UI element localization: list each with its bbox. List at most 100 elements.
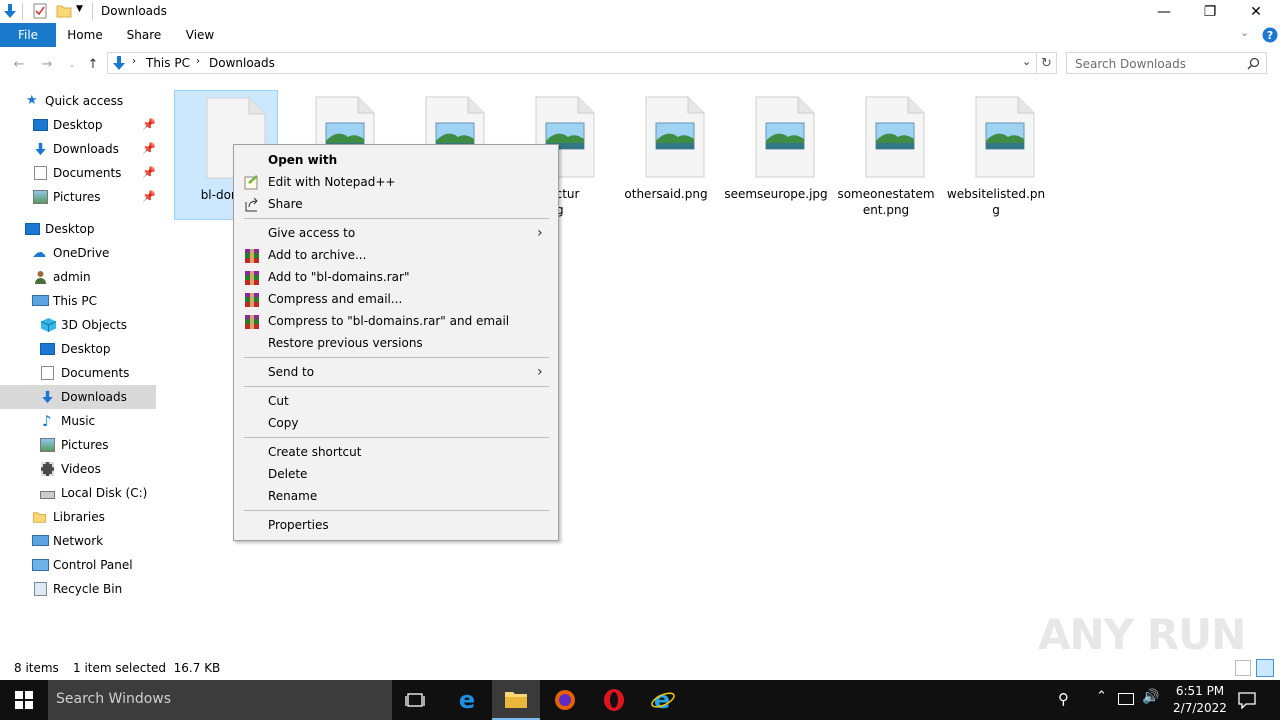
sidebar-item-downloads-pc[interactable]: Downloads xyxy=(0,385,156,409)
minimize-button[interactable]: — xyxy=(1141,0,1187,23)
tab-share[interactable]: Share xyxy=(119,23,169,47)
help-icon[interactable]: ? xyxy=(1262,27,1278,43)
tab-file[interactable]: File xyxy=(0,23,56,47)
large-icons-view-icon[interactable] xyxy=(1256,659,1274,677)
sidebar-item-desktop-pc[interactable]: Desktop xyxy=(0,337,156,361)
sidebar-item-quick-access[interactable]: ★ Quick access xyxy=(0,89,156,113)
taskbar-search-input[interactable]: Search Windows xyxy=(48,680,392,720)
sidebar-item-control-panel[interactable]: Control Panel xyxy=(0,553,156,577)
sidebar-item-pictures[interactable]: Pictures 📌 xyxy=(0,185,156,209)
chevron-down-icon[interactable]: ▼ xyxy=(76,4,83,14)
star-icon: ★ xyxy=(26,93,38,108)
up-arrow-icon[interactable]: ↑ xyxy=(84,55,102,73)
tab-home[interactable]: Home xyxy=(60,23,110,47)
menu-item-add-to-archive[interactable]: Add to archive... xyxy=(236,244,556,266)
sidebar-item-label: Network xyxy=(53,534,104,548)
sidebar-item-libraries[interactable]: Libraries xyxy=(0,505,156,529)
firefox-icon[interactable] xyxy=(541,680,589,720)
status-bar: 8 items 1 item selected 16.7 KB xyxy=(0,658,1280,680)
menu-item-label: Open with xyxy=(268,153,338,167)
properties-icon[interactable] xyxy=(32,3,48,19)
menu-item-send-to[interactable]: Send to › xyxy=(236,361,556,383)
sidebar-item-this-pc[interactable]: This PC xyxy=(0,289,156,313)
task-view-icon[interactable] xyxy=(392,680,440,720)
menu-item-delete[interactable]: Delete xyxy=(236,463,556,485)
sidebar-item-label: Documents xyxy=(61,366,130,380)
menu-item-restore-previous-versions[interactable]: Restore previous versions xyxy=(236,332,556,354)
menu-item-open-with[interactable]: Open with xyxy=(236,149,556,171)
breadcrumb-separator-icon: › xyxy=(196,56,200,67)
sidebar-item-desktop-root[interactable]: Desktop xyxy=(0,217,156,241)
documents-icon xyxy=(34,166,47,180)
expand-ribbon-icon[interactable]: ⌄ xyxy=(1240,26,1249,39)
menu-item-create-shortcut[interactable]: Create shortcut xyxy=(236,441,556,463)
menu-item-compress-and-email[interactable]: Compress and email... xyxy=(236,288,556,310)
sidebar-item-documents-pc[interactable]: Documents xyxy=(0,361,156,385)
sidebar-item-videos[interactable]: Videos xyxy=(0,457,156,481)
sidebar-item-downloads[interactable]: Downloads 📌 xyxy=(0,137,156,161)
file-item[interactable]: othersaid.png xyxy=(614,90,718,220)
menu-item-share[interactable]: Share xyxy=(236,193,556,215)
details-view-icon[interactable] xyxy=(1235,660,1251,676)
clock-date[interactable]: 2/7/2022 xyxy=(1170,701,1230,715)
file-name: websitelisted.png xyxy=(946,187,1046,217)
menu-item-copy[interactable]: Copy xyxy=(236,412,556,434)
edge-icon[interactable]: e xyxy=(443,680,491,720)
sidebar-item-label: 3D Objects xyxy=(61,318,128,332)
opera-icon[interactable] xyxy=(590,680,638,720)
sidebar-item-network[interactable]: Network xyxy=(0,529,156,553)
menu-item-properties[interactable]: Properties xyxy=(236,514,556,536)
file-item[interactable]: seemseurope.jpg xyxy=(724,90,828,220)
file-item[interactable]: websitelisted.png xyxy=(944,90,1048,220)
people-icon[interactable]: ⚲ xyxy=(1058,690,1069,708)
close-button[interactable]: ✕ xyxy=(1233,0,1279,23)
chevron-down-icon[interactable]: ⌄ xyxy=(1022,55,1031,68)
breadcrumb-downloads[interactable]: Downloads xyxy=(209,56,275,70)
menu-item-add-to-bl-domains-rar[interactable]: Add to "bl-domains.rar" xyxy=(236,266,556,288)
back-arrow-icon[interactable]: ← xyxy=(10,55,28,73)
file-explorer-icon[interactable] xyxy=(492,680,540,720)
chevron-up-icon[interactable]: ⌃ xyxy=(1096,689,1107,704)
tab-view[interactable]: View xyxy=(175,23,225,47)
network-status-icon[interactable] xyxy=(1118,693,1134,705)
menu-item-compress-to-bl-domains-rar-and-email[interactable]: Compress to "bl-domains.rar" and email xyxy=(236,310,556,332)
pin-icon: 📌 xyxy=(142,166,156,179)
menu-item-label: Create shortcut xyxy=(268,445,362,459)
sidebar-item-3d-objects[interactable]: 3D Objects xyxy=(0,313,156,337)
sidebar-item-documents[interactable]: Documents 📌 xyxy=(0,161,156,185)
recent-locations-icon[interactable]: ⌄ xyxy=(63,55,81,73)
sidebar-item-onedrive[interactable]: ☁ OneDrive xyxy=(0,241,156,265)
forward-arrow-icon[interactable]: → xyxy=(38,55,56,73)
notification-icon[interactable] xyxy=(1238,691,1256,709)
search-icon xyxy=(1247,57,1260,70)
cube-icon xyxy=(40,318,57,332)
windows-logo-icon xyxy=(15,691,33,709)
sidebar-item-label: Quick access xyxy=(45,94,124,108)
title-bar: ▼ Downloads — ❐ ✕ xyxy=(0,0,1280,23)
file-name: someonestatement.png xyxy=(837,187,935,217)
menu-item-label: Delete xyxy=(268,467,308,481)
sidebar-item-recycle-bin[interactable]: Recycle Bin xyxy=(0,577,156,601)
clock-time[interactable]: 6:51 PM xyxy=(1170,684,1230,698)
menu-item-rename[interactable]: Rename xyxy=(236,485,556,507)
restore-button[interactable]: ❐ xyxy=(1187,0,1233,23)
sidebar-item-music[interactable]: ♪ Music xyxy=(0,409,156,433)
menu-item-edit-with-notepad[interactable]: Edit with Notepad++ xyxy=(236,171,556,193)
sidebar-item-desktop[interactable]: Desktop 📌 xyxy=(0,113,156,137)
sidebar-item-pictures-pc[interactable]: Pictures xyxy=(0,433,156,457)
menu-item-give-access-to[interactable]: Give access to › xyxy=(236,222,556,244)
refresh-button[interactable]: ↻ xyxy=(1037,52,1057,74)
music-note-icon: ♪ xyxy=(42,412,52,430)
new-folder-icon[interactable] xyxy=(56,3,72,19)
menu-item-cut[interactable]: Cut xyxy=(236,390,556,412)
sidebar-item-admin[interactable]: admin xyxy=(0,265,156,289)
search-input[interactable]: Search Downloads xyxy=(1066,52,1267,74)
sidebar-item-label: Recycle Bin xyxy=(53,582,123,596)
sidebar-item-local-disk[interactable]: Local Disk (C:) xyxy=(0,481,156,505)
breadcrumb-this-pc[interactable]: This PC xyxy=(146,56,190,70)
internet-explorer-icon[interactable]: e xyxy=(639,680,687,720)
start-button[interactable] xyxy=(0,680,48,720)
file-item[interactable]: someonestatement.png xyxy=(834,90,938,220)
speaker-icon[interactable]: 🔊 xyxy=(1142,689,1159,705)
address-bar[interactable]: › This PC › Downloads ⌄ xyxy=(107,52,1037,74)
